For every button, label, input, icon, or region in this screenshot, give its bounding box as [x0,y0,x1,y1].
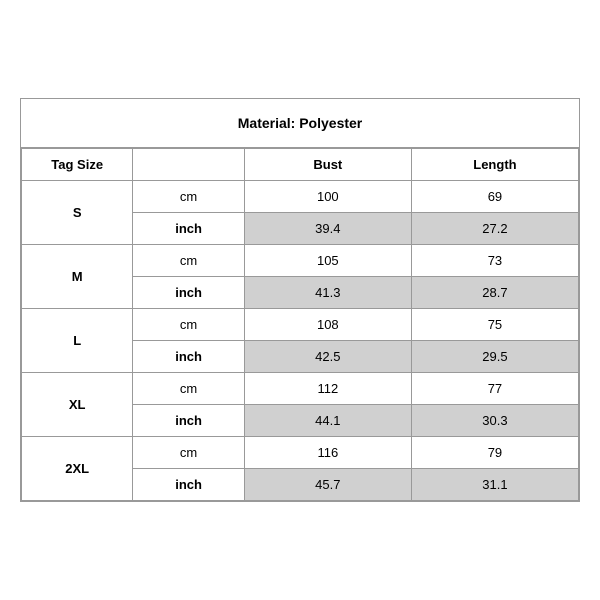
unit-cm: cm [133,309,244,341]
length-inch: 29.5 [411,341,578,373]
length-inch: 27.2 [411,213,578,245]
length-cm: 79 [411,437,578,469]
length-inch: 30.3 [411,405,578,437]
unit-inch: inch [133,405,244,437]
bust-inch: 45.7 [244,469,411,501]
unit-inch: inch [133,469,244,501]
length-cm: 77 [411,373,578,405]
table-row: Lcm10875 [22,309,579,341]
header-tag-size: Tag Size [22,149,133,181]
length-cm: 75 [411,309,578,341]
header-bust: Bust [244,149,411,181]
unit-cm: cm [133,373,244,405]
header-empty [133,149,244,181]
table-row: 2XLcm11679 [22,437,579,469]
bust-inch: 41.3 [244,277,411,309]
length-inch: 28.7 [411,277,578,309]
unit-cm: cm [133,245,244,277]
size-table: Tag Size Bust Length Scm10069inch39.427.… [21,148,579,501]
unit-inch: inch [133,277,244,309]
size-tag: XL [22,373,133,437]
unit-cm: cm [133,437,244,469]
size-tag: L [22,309,133,373]
bust-cm: 112 [244,373,411,405]
bust-cm: 116 [244,437,411,469]
unit-inch: inch [133,213,244,245]
table-row: Mcm10573 [22,245,579,277]
size-tag: M [22,245,133,309]
unit-inch: inch [133,341,244,373]
size-tag: 2XL [22,437,133,501]
length-cm: 73 [411,245,578,277]
size-chart-container: Material: Polyester Tag Size Bust Length… [20,98,580,502]
table-row: Scm10069 [22,181,579,213]
bust-inch: 44.1 [244,405,411,437]
bust-inch: 42.5 [244,341,411,373]
unit-cm: cm [133,181,244,213]
bust-inch: 39.4 [244,213,411,245]
bust-cm: 100 [244,181,411,213]
chart-title: Material: Polyester [21,99,579,148]
size-tag: S [22,181,133,245]
length-cm: 69 [411,181,578,213]
table-header-row: Tag Size Bust Length [22,149,579,181]
table-row: XLcm11277 [22,373,579,405]
header-length: Length [411,149,578,181]
bust-cm: 108 [244,309,411,341]
length-inch: 31.1 [411,469,578,501]
bust-cm: 105 [244,245,411,277]
